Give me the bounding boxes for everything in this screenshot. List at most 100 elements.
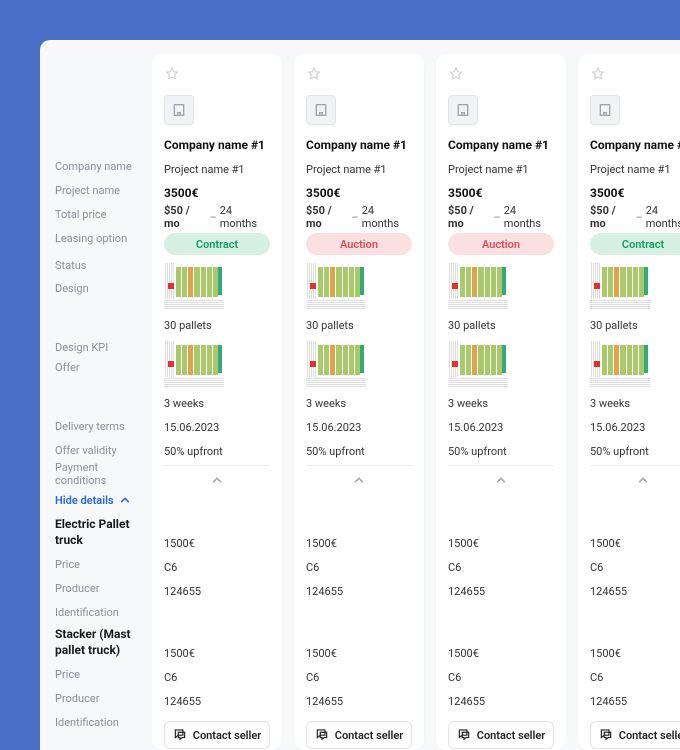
offer-card: Company name #1 Project name #1 3500€ $5…: [152, 54, 282, 750]
company-logo: [306, 95, 336, 125]
label-leasing: Leasing option: [55, 226, 152, 250]
status-row: Auction: [448, 229, 554, 259]
item-producer: C6: [164, 665, 270, 689]
status-row: Auction: [306, 229, 412, 259]
item-ident: 124655: [590, 579, 680, 603]
design-thumbnail[interactable]: [306, 341, 366, 387]
chevron-up-icon: [120, 495, 130, 505]
label-validity: Offer validity: [55, 438, 152, 462]
item-ident: 124655: [448, 579, 554, 603]
label-design-kpi: Design KPI: [55, 335, 152, 359]
project-name: Project name #1: [164, 157, 270, 181]
item-producer: C6: [306, 555, 412, 579]
offer-validity: 15.06.2023: [448, 415, 554, 439]
collapse-toggle[interactable]: [590, 465, 680, 493]
offer-card: Company name #1 Project name #1 3500€ $5…: [294, 54, 424, 750]
label-status: Status: [55, 250, 152, 280]
design-thumbnail[interactable]: [590, 341, 650, 387]
design-thumbnail[interactable]: [306, 263, 366, 309]
leasing-option: $50 / mo–24 months: [448, 205, 554, 229]
status-badge: Auction: [306, 233, 412, 255]
design-kpi: 30 pallets: [590, 313, 680, 337]
label-project: Project name: [55, 178, 152, 202]
item-producer: C6: [306, 665, 412, 689]
label-ident-2: Identification: [55, 710, 152, 734]
favorite-star-icon[interactable]: [448, 66, 464, 82]
project-name: Project name #1: [448, 157, 554, 181]
collapse-toggle[interactable]: [306, 465, 412, 493]
contact-seller-button[interactable]: Contact seller: [306, 721, 412, 749]
total-price: 3500€: [590, 181, 680, 205]
payment-conditions: 50% upfront: [164, 439, 270, 463]
favorite-star-icon[interactable]: [306, 66, 322, 82]
delivery-terms: 3 weeks: [306, 391, 412, 415]
item-price: 1500€: [448, 641, 554, 665]
label-ident-1: Identification: [55, 600, 152, 624]
total-price: 3500€: [306, 181, 412, 205]
row-labels: Company name Project name Total price Le…: [40, 40, 152, 750]
payment-conditions: 50% upfront: [448, 439, 554, 463]
design-kpi: 30 pallets: [306, 313, 412, 337]
status-row: Contract: [590, 229, 680, 259]
item-ident: 124655: [448, 689, 554, 713]
status-badge: Contract: [164, 233, 270, 255]
company-logo: [590, 95, 620, 125]
offer-validity: 15.06.2023: [164, 415, 270, 439]
delivery-terms: 3 weeks: [590, 391, 680, 415]
design-thumbnail[interactable]: [590, 263, 650, 309]
contact-seller-button[interactable]: Contact seller: [164, 721, 270, 749]
contact-seller-button[interactable]: Contact seller: [590, 721, 680, 749]
label-design: Design: [55, 280, 152, 335]
label-payment: Payment conditions: [55, 462, 152, 486]
label-total: Total price: [55, 202, 152, 226]
company-name: Company name #1: [448, 133, 554, 157]
collapse-toggle[interactable]: [448, 465, 554, 493]
design-thumbnail[interactable]: [448, 263, 508, 309]
label-price-2: Price: [55, 662, 152, 686]
total-price: 3500€: [448, 181, 554, 205]
status-badge: Auction: [448, 233, 554, 255]
company-logo: [164, 95, 194, 125]
payment-conditions: 50% upfront: [306, 439, 412, 463]
label-offer: Offer: [55, 359, 152, 414]
total-price: 3500€: [164, 181, 270, 205]
leasing-option: $50 / mo–24 months: [306, 205, 412, 229]
collapse-toggle[interactable]: [164, 465, 270, 493]
contact-seller-button[interactable]: Contact seller: [448, 721, 554, 749]
favorite-star-icon[interactable]: [590, 66, 606, 82]
leasing-option: $50 / mo–24 months: [590, 205, 680, 229]
hide-details-toggle[interactable]: Hide details: [55, 486, 152, 514]
project-name: Project name #1: [590, 157, 680, 181]
item-ident: 124655: [306, 579, 412, 603]
offer-card: Company name #1 Project name #1 3500€ $5…: [578, 54, 680, 750]
label-producer-2: Producer: [55, 686, 152, 710]
item-producer: C6: [448, 665, 554, 689]
item-ident: 124655: [164, 689, 270, 713]
company-name: Company name #1: [164, 133, 270, 157]
favorite-star-icon[interactable]: [164, 66, 180, 82]
hide-details-label: Hide details: [55, 494, 114, 507]
design-kpi: 30 pallets: [164, 313, 270, 337]
design-thumbnail[interactable]: [164, 341, 224, 387]
item-ident: 124655: [306, 689, 412, 713]
label-delivery: Delivery terms: [55, 414, 152, 438]
chat-icon: [457, 727, 471, 744]
item-price: 1500€: [590, 531, 680, 555]
item-price: 1500€: [164, 531, 270, 555]
leasing-option: $50 / mo–24 months: [164, 205, 270, 229]
item-price: 1500€: [590, 641, 680, 665]
design-thumbnail[interactable]: [164, 263, 224, 309]
label-producer-1: Producer: [55, 576, 152, 600]
item-producer: C6: [590, 665, 680, 689]
item-price: 1500€: [448, 531, 554, 555]
delivery-terms: 3 weeks: [448, 391, 554, 415]
chat-icon: [315, 727, 329, 744]
comparison-view: Company name Project name Total price Le…: [40, 40, 680, 750]
offer-validity: 15.06.2023: [590, 415, 680, 439]
offer-validity: 15.06.2023: [306, 415, 412, 439]
item-producer: C6: [164, 555, 270, 579]
project-name: Project name #1: [306, 157, 412, 181]
design-thumbnail[interactable]: [448, 341, 508, 387]
delivery-terms: 3 weeks: [164, 391, 270, 415]
item-producer: C6: [590, 555, 680, 579]
